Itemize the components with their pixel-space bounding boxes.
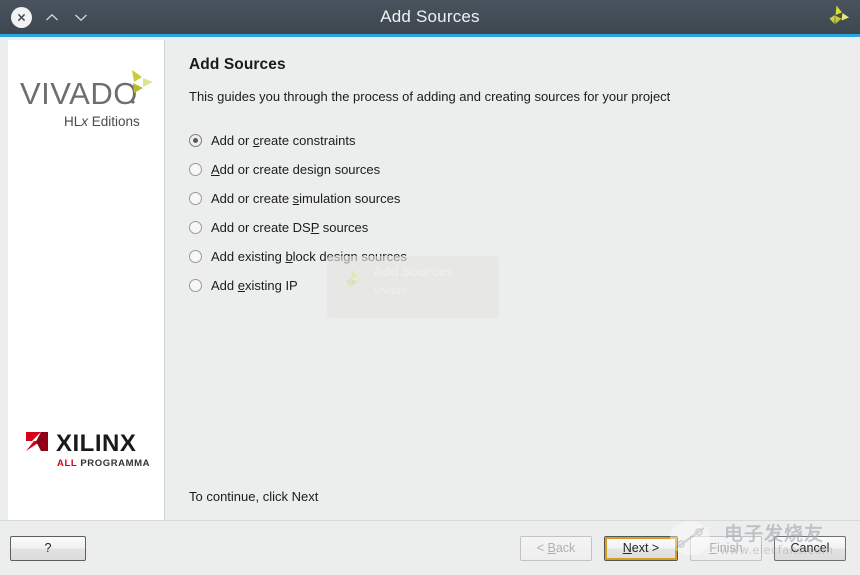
radio-add-existing-ip[interactable]: Add existing IP [189, 271, 860, 300]
sidebar: VIVADO HLx Editions XILINX ALL PROGRAMMA [8, 40, 165, 520]
continue-hint: To continue, click Next [189, 489, 319, 504]
svg-text:HLx Editions: HLx Editions [64, 114, 140, 129]
radio-label: Add or create constraints [211, 133, 356, 148]
cancel-button[interactable]: Cancel [774, 535, 846, 561]
titlebar: Add Sources [0, 0, 860, 37]
radio-indicator [189, 250, 202, 263]
radio-add-or-create-simulation-sources[interactable]: Add or create simulation sources [189, 184, 860, 213]
radio-indicator [189, 134, 202, 147]
radio-indicator [189, 279, 202, 292]
radio-label: Add or create design sources [211, 162, 381, 177]
svg-text:VIVADO: VIVADO [20, 76, 138, 111]
titlebar-controls [0, 6, 90, 28]
help-button[interactable]: ? [10, 535, 86, 561]
radio-label: Add existing IP [211, 278, 298, 293]
svg-text:XILINX: XILINX [56, 430, 136, 457]
page-subtitle: This guides you through the process of a… [189, 89, 671, 104]
add-sources-dialog: Add Sources VIVADO HLx Editions XILINX A… [0, 0, 860, 575]
dialog-body: VIVADO HLx Editions XILINX ALL PROGRAMMA… [0, 37, 860, 520]
close-icon[interactable] [11, 6, 32, 28]
radio-indicator [189, 192, 202, 205]
next-button-label: Next > [605, 536, 677, 560]
chevron-down-icon[interactable] [72, 8, 90, 26]
radio-add-or-create-dsp-sources[interactable]: Add or create DSP sources [189, 213, 860, 242]
footer-buttons: < Back Next > Finish Cancel [520, 535, 846, 561]
next-button[interactable]: Next > [604, 535, 678, 561]
page-title: Add Sources [189, 56, 286, 73]
vivado-logo: VIVADO HLx Editions [8, 62, 164, 138]
finish-button: Finish [690, 535, 762, 561]
radio-add-existing-block-design-sources[interactable]: Add existing block design sources [189, 242, 860, 271]
svg-text:ALL PROGRAMMABLE.: ALL PROGRAMMABLE. [57, 458, 150, 469]
chevron-up-icon[interactable] [43, 8, 61, 26]
radio-add-or-create-constraints[interactable]: Add or create constraints [189, 126, 860, 155]
back-button: < Back [520, 535, 592, 561]
xilinx-logo: XILINX ALL PROGRAMMABLE. [8, 426, 164, 472]
main-content: Add Sources This guides you through the … [165, 40, 860, 520]
xilinx-propeller-icon [820, 4, 850, 32]
radio-label: Add or create simulation sources [211, 191, 401, 206]
radio-label: Add existing block design sources [211, 249, 407, 264]
source-type-radio-group: Add or create constraints Add or create … [189, 126, 860, 300]
radio-indicator [189, 163, 202, 176]
dialog-footer: ? < Back Next > Finish Cancel 电子发烧友 www.… [0, 520, 860, 575]
radio-label: Add or create DSP sources [211, 220, 369, 235]
radio-add-or-create-design-sources[interactable]: Add or create design sources [189, 155, 860, 184]
radio-indicator [189, 221, 202, 234]
window-title: Add Sources [380, 7, 480, 26]
finish-button-label: Finish [709, 541, 743, 555]
back-button-label: < Back [536, 541, 576, 555]
